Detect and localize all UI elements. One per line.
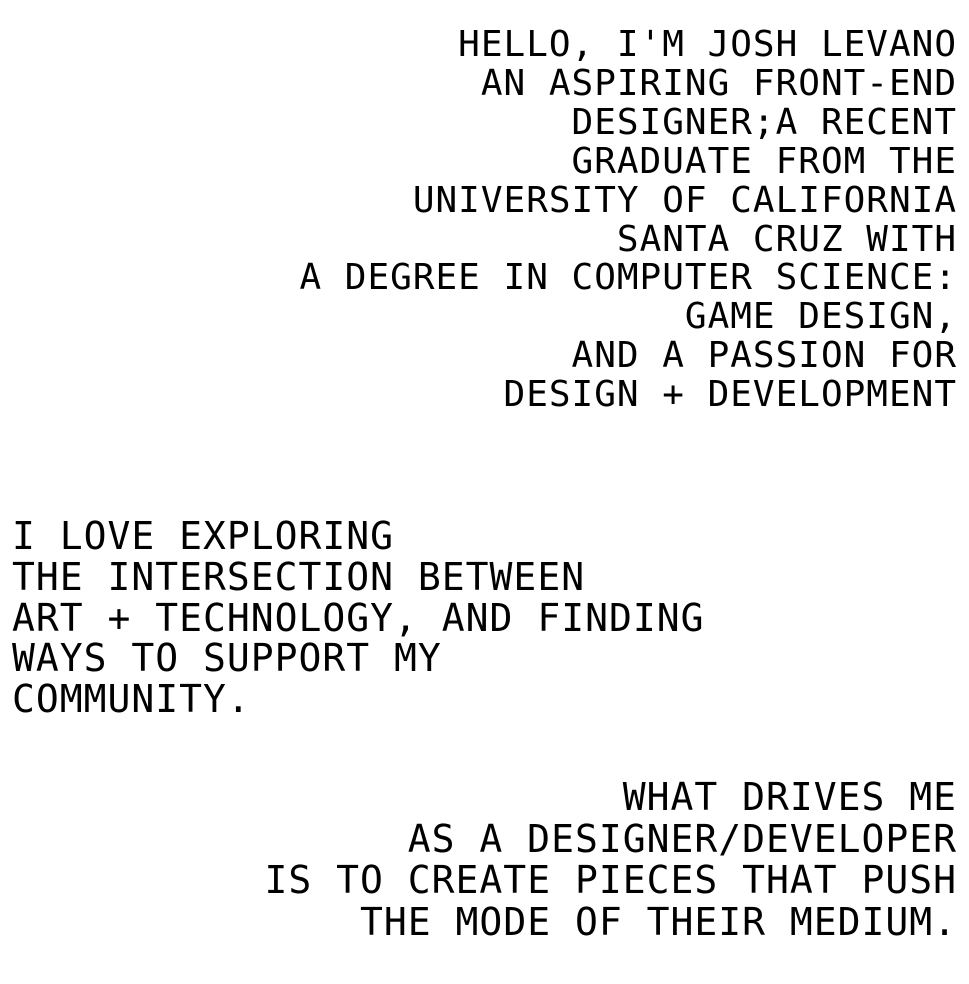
interests-line: WAYS TO SUPPORT MY bbox=[12, 636, 442, 681]
motivation-paragraph: WHAT DRIVES ME AS A DESIGNER/DEVELOPER I… bbox=[264, 775, 957, 944]
motivation-line: THE MODE OF THEIR MEDIUM. bbox=[360, 899, 957, 944]
intro-line: AND A PASSION FOR bbox=[571, 335, 957, 377]
interests-line: COMMUNITY. bbox=[12, 677, 251, 722]
intro-line: GAME DESIGN, bbox=[684, 296, 957, 338]
intro-line: DESIGNER;A RECENT bbox=[571, 101, 957, 143]
interests-paragraph: I LOVE EXPLORING THE INTERSECTION BETWEE… bbox=[12, 516, 704, 720]
intro-line: AN ASPIRING FRONT-END bbox=[480, 62, 957, 104]
motivation-line: WHAT DRIVES ME bbox=[622, 775, 957, 819]
intro-line: HELLO, I'M JOSH LEVANO bbox=[458, 24, 957, 65]
intro-line: UNIVERSITY OF CALIFORNIA bbox=[412, 179, 957, 221]
intro-line: DESIGN + DEVELOPMENT bbox=[503, 374, 957, 416]
intro-line: SANTA CRUZ WITH bbox=[616, 218, 957, 260]
motivation-line: AS A DESIGNER/DEVELOPER bbox=[407, 816, 957, 861]
interests-line: ART + TECHNOLOGY, AND FINDING bbox=[12, 595, 705, 640]
interests-line: THE INTERSECTION BETWEEN bbox=[12, 554, 586, 599]
intro-paragraph: HELLO, I'M JOSH LEVANO AN ASPIRING FRONT… bbox=[299, 24, 957, 416]
interests-line: I LOVE EXPLORING bbox=[12, 514, 395, 558]
motivation-line: IS TO CREATE PIECES THAT PUSH bbox=[264, 858, 957, 902]
intro-line: GRADUATE FROM THE bbox=[571, 140, 957, 182]
intro-line: A DEGREE IN COMPUTER SCIENCE: bbox=[299, 257, 957, 299]
